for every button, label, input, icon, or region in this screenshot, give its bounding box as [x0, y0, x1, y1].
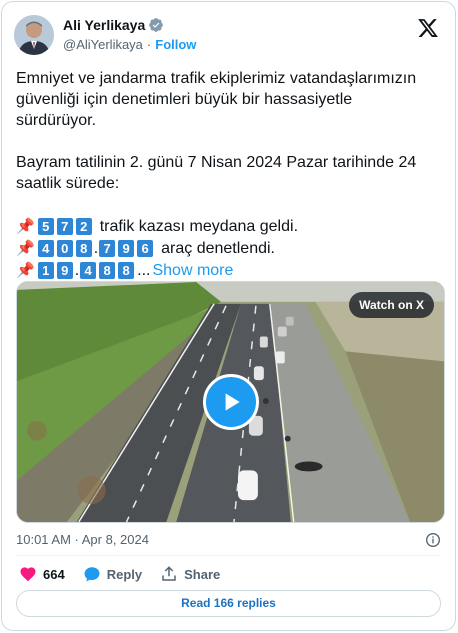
stat-line: 📌 5 7 2 trafik kazası meydana geldi. — [16, 215, 441, 237]
tweet-card: Ali Yerlikaya @AliYerlikaya · Follow Emn… — [1, 1, 456, 631]
info-icon[interactable] — [425, 532, 441, 548]
stats-list: 📌 5 7 2 trafik kazası meydana geldi. 📌 4 0 8. 7 9 6… — [16, 215, 441, 281]
author-handle[interactable]: @AliYerlikaya — [63, 37, 143, 52]
keycap-digit: 6 — [137, 239, 154, 257]
stat-text: trafik kazası meydana geldi. — [99, 217, 299, 235]
play-button[interactable] — [203, 374, 259, 430]
pushpin-icon: 📌 — [16, 217, 35, 235]
digit-separator: . — [93, 239, 99, 257]
heart-icon — [20, 567, 36, 582]
video-player[interactable]: Watch on X — [16, 281, 445, 523]
keycap-digit: 4 — [80, 261, 97, 279]
keycap-digit: 5 — [37, 217, 54, 235]
watch-on-x-button[interactable]: Watch on X — [349, 292, 434, 318]
stat-text: araç denetlendi. — [161, 239, 275, 257]
reply-button[interactable]: Reply — [83, 565, 142, 583]
pushpin-icon: 📌 — [16, 261, 35, 279]
divider — [16, 555, 441, 556]
keycap-digit: 2 — [75, 217, 92, 235]
tweet-header: Ali Yerlikaya @AliYerlikaya · Follow — [14, 15, 443, 59]
keycap-digit: 8 — [118, 261, 135, 279]
tweet-timestamp[interactable]: 10:01 AM · Apr 8, 2024 — [16, 532, 149, 547]
reply-label: Reply — [106, 566, 143, 582]
reply-icon — [84, 567, 100, 582]
verified-badge-icon — [149, 18, 164, 32]
pushpin-icon: 📌 — [16, 239, 35, 257]
handle-separator: · — [146, 37, 152, 52]
stat-line: 📌 4 0 8. 7 9 6 araç denetlendi. — [16, 237, 441, 259]
keycap-digit: 7 — [56, 217, 73, 235]
digit-separator: . — [74, 261, 80, 279]
tweet-text: Emniyet ve jandarma trafik ekiplerimiz v… — [16, 68, 441, 281]
keycap-digit: 9 — [56, 261, 73, 279]
keycap-digit: 1 — [37, 261, 54, 279]
action-bar: 664 Reply Share — [19, 565, 220, 583]
keycap-digit: 8 — [99, 261, 116, 279]
share-icon — [162, 566, 176, 581]
x-logo-icon[interactable] — [417, 17, 439, 39]
share-label: Share — [184, 566, 221, 582]
keycap-digit: 4 — [37, 239, 54, 257]
like-count: 664 — [43, 566, 65, 582]
tweet-paragraph: Bayram tatilinin 2. günü 7 Nisan 2024 Pa… — [16, 154, 417, 192]
stat-line: 📌 1 9. 4 8 8... Show more — [16, 259, 441, 281]
keycap-digit: 9 — [118, 239, 135, 257]
avatar[interactable] — [14, 15, 54, 55]
follow-button[interactable]: Follow — [155, 37, 196, 52]
like-button[interactable]: 664 — [19, 565, 65, 583]
share-button[interactable]: Share — [160, 565, 220, 583]
read-replies-button[interactable]: Read 166 replies — [16, 590, 441, 617]
play-icon — [225, 393, 240, 411]
keycap-digit: 0 — [56, 239, 73, 257]
keycap-digit: 8 — [75, 239, 92, 257]
stat-text: ... — [137, 261, 151, 279]
tweet-paragraph: Emniyet ve jandarma trafik ekiplerimiz v… — [16, 70, 417, 129]
show-more-link[interactable]: Show more — [152, 260, 233, 281]
author-name[interactable]: Ali Yerlikaya — [63, 17, 145, 33]
keycap-digit: 7 — [99, 239, 116, 257]
